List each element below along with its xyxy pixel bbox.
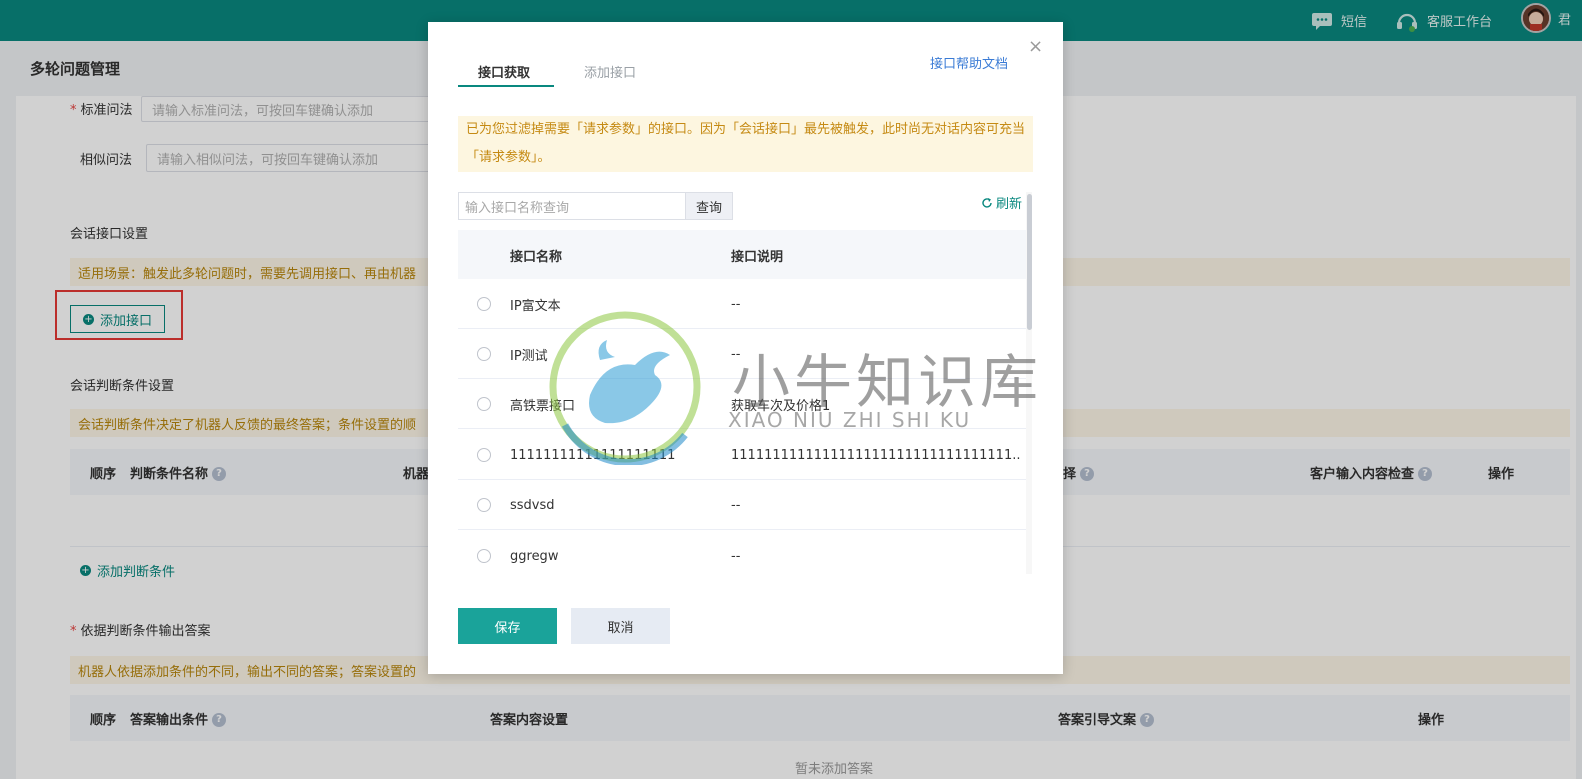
api-name: IP测试 <box>510 348 548 364</box>
col-api-name: 接口名称 <box>510 250 563 265</box>
api-name: ggregw <box>510 548 559 564</box>
tab-add-api[interactable]: 添加接口 <box>584 62 636 81</box>
radio-button[interactable] <box>477 297 491 311</box>
radio-button[interactable] <box>477 347 491 361</box>
radio-button[interactable] <box>477 448 491 462</box>
cancel-button[interactable]: 取消 <box>571 608 670 644</box>
refresh-icon <box>982 197 992 208</box>
radio-button[interactable] <box>477 397 491 411</box>
radio-button[interactable] <box>477 498 491 512</box>
watermark-subtext: XIAO NIU ZHI SHI KU <box>728 408 972 432</box>
api-name: 11111111111111111111 <box>510 447 676 463</box>
col-api-desc: 接口说明 <box>731 250 784 265</box>
radio-button[interactable] <box>477 549 491 563</box>
table-row[interactable]: 11111111111111111111 1111111111111111111… <box>458 430 1026 480</box>
table-row[interactable]: IP富文本 -- <box>458 279 1026 329</box>
api-desc: 1111111111111111111111111111111111... <box>731 447 1021 463</box>
api-desc: -- <box>731 296 741 312</box>
api-search-input[interactable]: 输入接口名称查询 <box>458 192 686 220</box>
watermark-text: 小牛知识库 <box>732 348 1043 416</box>
tab-get-api[interactable]: 接口获取 <box>478 62 530 81</box>
table-row[interactable]: ssdvsd -- <box>458 480 1026 530</box>
scrollbar-thumb[interactable] <box>1027 194 1032 330</box>
filter-notice: 已为您过滤掉需要「请求参数」的接口。因为「会话接口」最先被触发，此时尚无对话内容… <box>458 116 1033 172</box>
api-name: ssdvsd <box>510 497 555 513</box>
save-button[interactable]: 保存 <box>458 608 557 644</box>
api-table-header: 接口名称 接口说明 <box>458 230 1026 279</box>
active-tab-indicator <box>458 85 554 87</box>
search-button[interactable]: 查询 <box>685 192 733 220</box>
refresh-button[interactable]: 刷新 <box>981 193 1022 212</box>
api-desc: -- <box>731 497 741 513</box>
api-name: 高铁票接口 <box>510 398 576 414</box>
api-name: IP富文本 <box>510 298 561 314</box>
close-icon[interactable]: × <box>1028 36 1043 57</box>
table-row[interactable]: ggregw -- <box>458 531 1026 573</box>
api-desc: -- <box>731 548 741 564</box>
api-help-link[interactable]: 接口帮助文档 <box>930 53 1008 72</box>
